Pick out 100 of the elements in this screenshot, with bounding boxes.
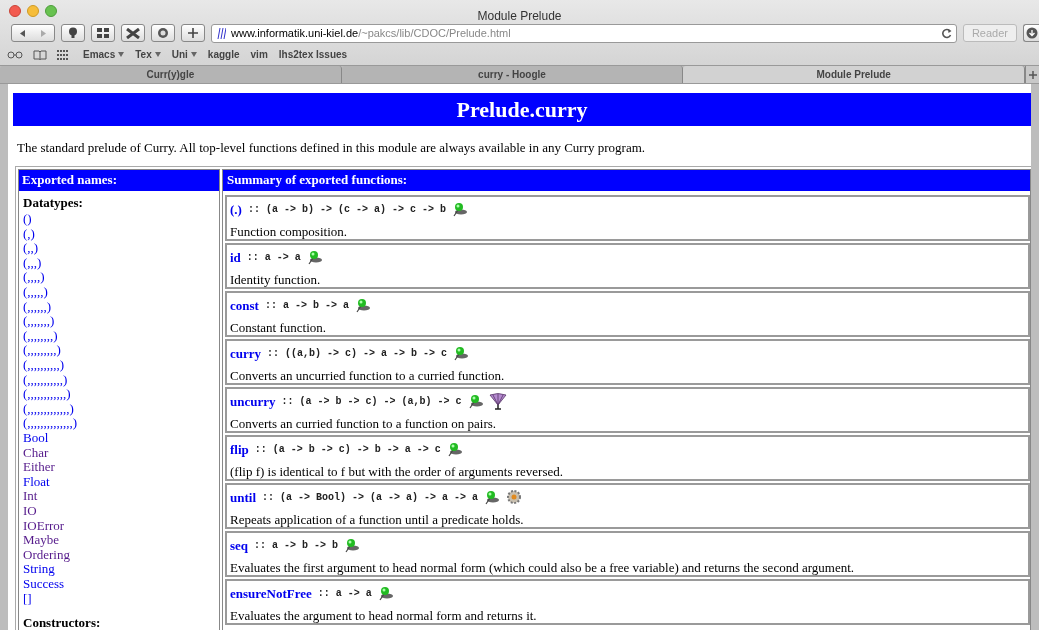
site-icon	[217, 27, 226, 39]
function-link[interactable]: const	[230, 295, 259, 316]
pin-icon[interactable]	[446, 441, 465, 458]
datatype-link[interactable]: Maybe	[23, 533, 60, 548]
function-description: Repeats application of a function until a predicate holds.	[230, 510, 525, 529]
type-signature: :: a -> b -> a	[264, 299, 349, 313]
pin-icon[interactable]	[306, 249, 325, 266]
toolbar-button[interactable]	[151, 24, 175, 42]
reload-icon[interactable]	[941, 27, 952, 39]
pin-icon[interactable]	[377, 585, 396, 602]
datatype-link[interactable]: (,,,,,,,,,,,,,,)	[23, 416, 78, 431]
datatype-link[interactable]: Bool	[23, 431, 49, 446]
datatype-link[interactable]: (,,)	[23, 241, 39, 256]
datatype-link[interactable]: (,,,,,,,,,,)	[23, 358, 65, 373]
toolbar-button[interactable]	[91, 24, 115, 42]
datatype-link[interactable]: ()	[23, 212, 32, 227]
function-description: Evaluates the argument to head normal form and returns it.	[230, 606, 538, 625]
browser-tab[interactable]: Module Prelude	[683, 66, 1025, 83]
circle-icon	[157, 27, 169, 39]
toolbar-button[interactable]	[61, 24, 85, 42]
function-link[interactable]: (.)	[230, 199, 242, 220]
book-icon[interactable]	[33, 49, 47, 60]
function-link[interactable]: uncurry	[230, 391, 276, 412]
url-path: /~pakcs/lib/CDOC/Prelude.html	[358, 26, 511, 39]
toolbar-button[interactable]	[121, 24, 145, 42]
pin-icon[interactable]	[451, 201, 470, 218]
close-button[interactable]	[9, 5, 21, 17]
datatype-link[interactable]: (,)	[23, 226, 35, 242]
grid-icon	[97, 28, 109, 38]
bulb-icon	[68, 27, 78, 39]
page-heading: Prelude.curry	[456, 96, 588, 124]
datatype-link[interactable]: (,,,,,,,,,)	[23, 343, 61, 359]
datatype-link[interactable]: (,,,,,,,,,,,,)	[23, 387, 71, 402]
bookmark-item[interactable]: kaggle	[207, 47, 240, 62]
datatype-link[interactable]: (,,,,,,,,)	[23, 328, 58, 344]
intro-text: The standard prelude of Curry. All top-level functions defined in this module are always available in any Curry program.	[17, 139, 647, 157]
url-text: www.informatik.uni-kiel.de	[231, 26, 359, 39]
cross-icon	[126, 27, 140, 39]
datatype-link[interactable]: Int	[23, 489, 38, 504]
datatype-link[interactable]: IOError	[23, 518, 65, 534]
type-signature: :: (a -> b -> c) -> b -> a -> c	[254, 443, 441, 457]
download-icon	[1025, 27, 1038, 39]
pin-icon[interactable]	[354, 297, 373, 314]
function-link[interactable]: ensureNotFree	[230, 583, 312, 604]
function-link[interactable]: flip	[230, 439, 249, 460]
zoom-button[interactable]	[45, 5, 57, 17]
type-signature: :: (a -> b) -> (c -> a) -> c -> b	[247, 203, 446, 217]
datatype-link[interactable]: (,,,)	[23, 255, 42, 271]
function-description: Constant function.	[230, 318, 328, 337]
column-header-text: Summary of exported functions:	[227, 171, 408, 190]
bookmark-item[interactable]: vim	[250, 47, 268, 62]
function-link[interactable]: curry	[230, 343, 262, 364]
type-signature: :: (a -> Bool) -> (a -> a) -> a -> a	[262, 491, 479, 505]
datatype-link[interactable]: (,,,,,,,)	[23, 314, 55, 329]
browser-tab[interactable]: Curr(y)gle	[0, 66, 342, 83]
bookmark-item[interactable]: lhs2tex Issues	[278, 47, 348, 62]
back-icon	[18, 28, 27, 38]
fan-icon[interactable]	[488, 393, 507, 410]
datatype-link[interactable]: IO	[23, 503, 37, 519]
grid-icon[interactable]	[57, 49, 69, 60]
function-link[interactable]: id	[230, 247, 241, 268]
type-signature: :: ((a,b) -> c) -> a -> b -> c	[267, 347, 448, 361]
column-header-text: Exported names:	[22, 171, 117, 190]
bookmark-item[interactable]: Tex	[135, 47, 161, 62]
pin-icon[interactable]	[467, 393, 486, 410]
datatype-link[interactable]: (,,,,,,,,,,,,,)	[23, 401, 74, 417]
type-signature: :: a -> a	[246, 251, 301, 265]
bookmark-item[interactable]: Uni	[171, 47, 197, 62]
window-title: Module Prelude	[477, 9, 562, 23]
type-signature: :: a -> a	[317, 587, 372, 601]
address-field[interactable]: www.informatik.uni-kiel.de/~pakcs/lib/CDOC/Prelude.html	[211, 23, 957, 43]
datatype-link[interactable]: Success	[23, 576, 65, 592]
downloads-button[interactable]	[1023, 24, 1039, 42]
back-forward-button[interactable]	[11, 24, 55, 42]
bookmark-item[interactable]: Emacs	[83, 47, 125, 62]
section-heading: Datatypes:	[23, 195, 84, 211]
datatype-link[interactable]: Char	[23, 445, 49, 461]
datatype-link[interactable]: String	[23, 562, 55, 577]
datatype-link[interactable]: (,,,,,,,,,,,)	[23, 372, 68, 388]
plus-icon	[188, 28, 198, 38]
function-link[interactable]: until	[230, 487, 256, 508]
function-description: Identity function.	[230, 270, 322, 289]
datatype-link[interactable]: []	[23, 591, 32, 607]
datatype-link[interactable]: Ordering	[23, 547, 70, 563]
glasses-icon[interactable]	[7, 50, 23, 59]
datatype-link[interactable]: Either	[23, 460, 55, 475]
datatype-link[interactable]: (,,,,)	[23, 270, 45, 286]
function-description: Function composition.	[230, 222, 348, 241]
type-signature: :: a -> b -> b	[254, 539, 339, 553]
function-description: Converts an curried function to a function on pairs.	[230, 414, 498, 433]
gear-icon[interactable]	[505, 489, 524, 506]
function-description: Converts an uncurried function to a curried function.	[230, 366, 506, 385]
browser-tab[interactable]: curry - Hoogle	[341, 66, 684, 83]
datatype-link[interactable]: Float	[23, 474, 50, 490]
function-link[interactable]: seq	[230, 535, 249, 556]
datatype-link[interactable]: (,,,,,,)	[23, 299, 52, 315]
new-tab-button[interactable]	[1025, 66, 1039, 83]
add-button[interactable]	[181, 24, 205, 42]
plus-icon	[1028, 70, 1037, 79]
datatype-link[interactable]: (,,,,,)	[23, 285, 48, 300]
